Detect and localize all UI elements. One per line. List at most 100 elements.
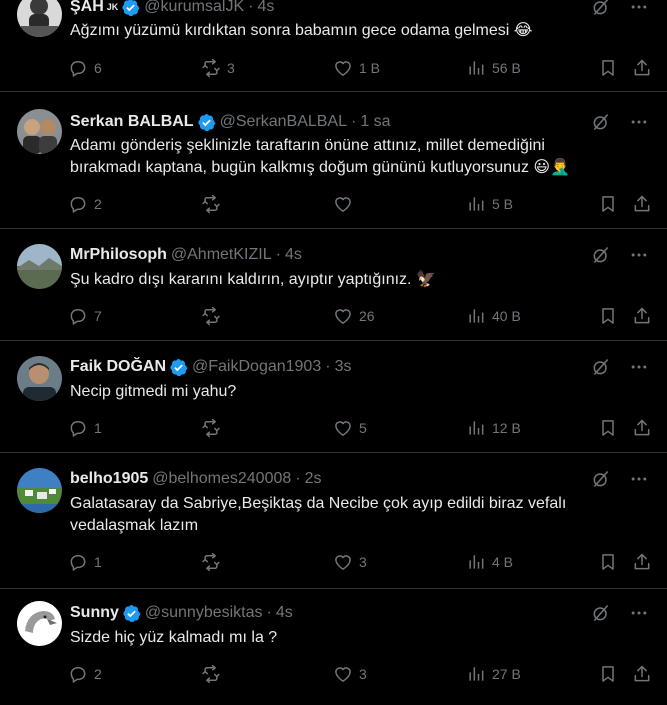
- reply-button[interactable]: 6: [68, 58, 102, 78]
- avatar[interactable]: [17, 356, 62, 401]
- author-name[interactable]: ŞAH: [70, 0, 104, 16]
- like-button[interactable]: 26: [333, 306, 375, 326]
- more-options-icon[interactable]: [629, 469, 649, 489]
- reply-icon: [68, 418, 88, 438]
- avatar[interactable]: [17, 0, 62, 37]
- grok-icon[interactable]: [591, 112, 611, 132]
- bookmark-button[interactable]: [598, 306, 618, 326]
- avatar[interactable]: [17, 601, 62, 646]
- tweet-header: Faik DOĞAN @FaikDogan1903 · 3s: [70, 356, 587, 378]
- reply-button[interactable]: 2: [68, 664, 102, 684]
- author-name[interactable]: Sunny: [70, 604, 119, 622]
- retweet-button[interactable]: [201, 418, 227, 438]
- author-name[interactable]: MrPhilosoph: [70, 246, 167, 264]
- reply-button[interactable]: 1: [68, 418, 102, 438]
- reply-count: 1: [94, 420, 102, 436]
- share-button[interactable]: [632, 194, 652, 214]
- author-handle[interactable]: @FaikDogan1903: [192, 358, 321, 376]
- bookmark-icon: [598, 418, 618, 438]
- share-button[interactable]: [632, 306, 652, 326]
- views-button[interactable]: 27 B: [466, 664, 521, 684]
- author-handle[interactable]: @SerkanBALBAL: [220, 113, 347, 131]
- reply-button[interactable]: 2: [68, 194, 102, 214]
- verified-badge-icon: [169, 358, 188, 377]
- reply-icon: [68, 306, 88, 326]
- retweet-button[interactable]: [201, 306, 227, 326]
- share-button[interactable]: [632, 58, 652, 78]
- timestamp[interactable]: 4s: [276, 604, 293, 622]
- tweet-text: Galatasaray da Sabriye,Beşiktaş da Necib…: [70, 493, 627, 537]
- like-button[interactable]: 3: [333, 664, 367, 684]
- author-name[interactable]: Faik DOĞAN: [70, 358, 166, 376]
- tweet-top-actions: [591, 603, 649, 623]
- views-button[interactable]: 40 B: [466, 306, 521, 326]
- retweet-button[interactable]: [201, 552, 227, 572]
- tweet-actions: 7 26 40 B: [68, 306, 658, 328]
- tweet-top-actions: [591, 245, 649, 265]
- like-button[interactable]: [333, 194, 359, 214]
- grok-icon[interactable]: [591, 245, 611, 265]
- timestamp[interactable]: 3s: [335, 358, 352, 376]
- timestamp[interactable]: 4s: [257, 0, 274, 16]
- reply-button[interactable]: 7: [68, 306, 102, 326]
- bearded-man-avatar: [17, 0, 62, 37]
- tweet[interactable]: Faik DOĞAN @FaikDogan1903 · 3s Necip git…: [0, 341, 667, 453]
- share-button[interactable]: [632, 552, 652, 572]
- share-icon: [632, 418, 652, 438]
- like-button[interactable]: 5: [333, 418, 367, 438]
- bookmark-button[interactable]: [598, 552, 618, 572]
- reply-button[interactable]: 1: [68, 552, 102, 572]
- tweet[interactable]: belho1905 @belhomes240008 · 2s Galatasar…: [0, 453, 667, 589]
- grok-icon[interactable]: [591, 603, 611, 623]
- share-icon: [632, 194, 652, 214]
- author-name[interactable]: Serkan BALBAL: [70, 113, 194, 131]
- share-button[interactable]: [632, 664, 652, 684]
- author-handle[interactable]: @AhmetKIZIL: [171, 246, 272, 264]
- views-button[interactable]: 12 B: [466, 418, 521, 438]
- grok-icon[interactable]: [591, 469, 611, 489]
- more-options-icon[interactable]: [629, 357, 649, 377]
- tweet[interactable]: ŞAH JK @kurumsalJK · 4s Ağzımı yüzümü kı…: [0, 0, 667, 92]
- separator-dot: ·: [266, 604, 272, 621]
- timestamp[interactable]: 2s: [305, 470, 322, 488]
- tweet-text-line: Sizde hiç yüz kalmadı mı la ?: [70, 629, 278, 646]
- views-button[interactable]: 5 B: [466, 194, 513, 214]
- author-name[interactable]: belho1905: [70, 470, 148, 488]
- more-options-icon[interactable]: [629, 0, 649, 17]
- tweet-actions: 6 3 1 B 56 B: [68, 58, 658, 80]
- tweet[interactable]: MrPhilosoph @AhmetKIZIL · 4s Şu kadro dı…: [0, 229, 667, 341]
- timestamp[interactable]: 4s: [285, 246, 302, 264]
- more-options-icon[interactable]: [629, 112, 649, 132]
- author-handle[interactable]: @belhomes240008: [152, 470, 291, 488]
- views-button[interactable]: 4 B: [466, 552, 513, 572]
- retweet-button[interactable]: [201, 194, 227, 214]
- avatar[interactable]: [17, 244, 62, 289]
- share-button[interactable]: [632, 418, 652, 438]
- avatar[interactable]: [17, 468, 62, 513]
- tweet[interactable]: Serkan BALBAL @SerkanBALBAL · 1 sa Adamı…: [0, 93, 667, 229]
- views-button[interactable]: 56 B: [466, 58, 521, 78]
- tweet-text: Ağzımı yüzümü kırdıktan sonra babamın ge…: [70, 20, 627, 42]
- bookmark-icon: [598, 552, 618, 572]
- verified-badge-icon: [122, 604, 141, 623]
- retweet-button[interactable]: 3: [201, 58, 235, 78]
- author-handle[interactable]: @kurumsalJK: [144, 0, 244, 16]
- like-button[interactable]: 3: [333, 552, 367, 572]
- bookmark-button[interactable]: [598, 418, 618, 438]
- grok-icon[interactable]: [591, 0, 611, 17]
- more-options-icon[interactable]: [629, 603, 649, 623]
- tweet[interactable]: Sunny @sunnybesiktas · 4s Sizde hiç yüz …: [0, 589, 667, 705]
- like-button[interactable]: 1 B: [333, 58, 380, 78]
- author-handle[interactable]: @sunnybesiktas: [145, 604, 263, 622]
- views-icon: [466, 552, 486, 572]
- more-options-icon[interactable]: [629, 245, 649, 265]
- bookmark-icon: [598, 664, 618, 684]
- retweet-button[interactable]: [201, 664, 227, 684]
- avatar[interactable]: [17, 109, 62, 154]
- bookmark-button[interactable]: [598, 58, 618, 78]
- timestamp[interactable]: 1 sa: [360, 113, 390, 131]
- bookmark-button[interactable]: [598, 664, 618, 684]
- bookmark-button[interactable]: [598, 194, 618, 214]
- tweet-text-line: vedalaşmak lazım: [70, 517, 199, 534]
- grok-icon[interactable]: [591, 357, 611, 377]
